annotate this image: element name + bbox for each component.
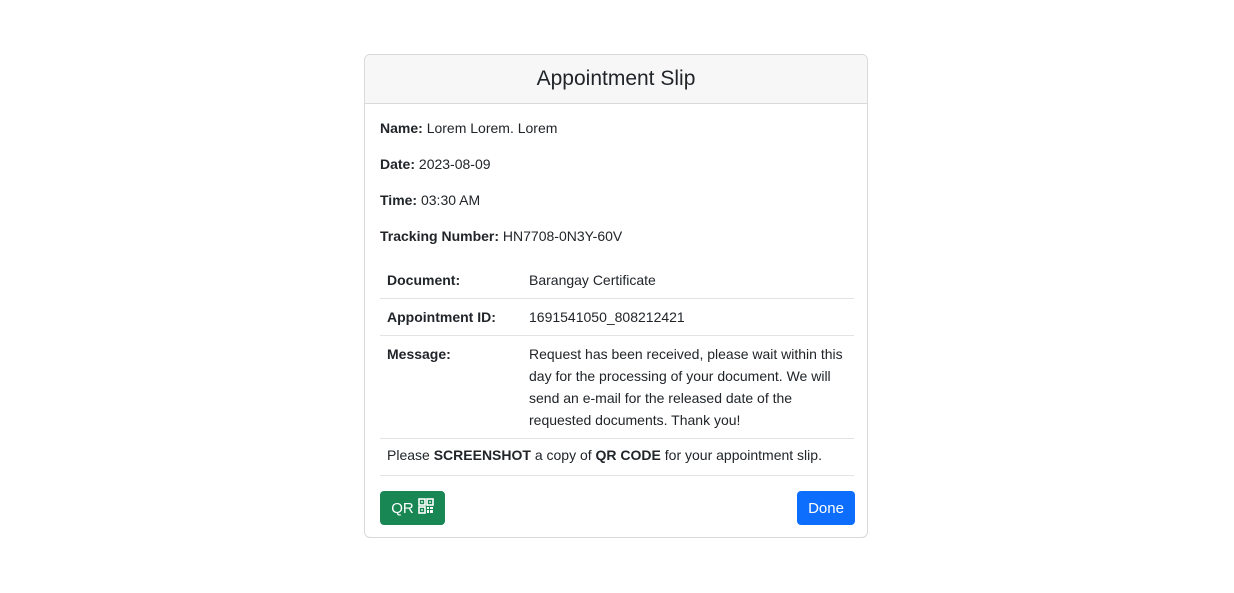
detail-value: 1691541050_808212421 — [529, 309, 685, 325]
note-bold-screenshot: SCREENSHOT — [433, 447, 531, 463]
qr-code-icon — [417, 498, 434, 518]
tracking-value: HN7708-0N3Y-60V — [502, 228, 623, 244]
date-label: Date: — [380, 156, 416, 172]
detail-row-appointment-id: Appointment ID: 1691541050_808212421 — [380, 298, 854, 336]
date-line: Date: 2023-08-09 — [380, 155, 491, 173]
name-line: Name: Lorem Lorem. Lorem — [380, 119, 557, 137]
appointment-slip-card: Appointment Slip Name: Lorem Lorem. Lore… — [364, 54, 868, 538]
time-value: 03:30 AM — [420, 192, 481, 208]
name-label: Name: — [380, 120, 423, 136]
name-value: Lorem Lorem. Lorem — [426, 120, 558, 136]
date-value: 2023-08-09 — [418, 156, 491, 172]
qr-button[interactable]: QR — [380, 491, 445, 525]
detail-label: Document: — [387, 272, 461, 288]
qr-button-label: QR — [391, 499, 414, 517]
detail-value: Request has been received, please wait w… — [529, 346, 843, 428]
tracking-label: Tracking Number: — [380, 228, 500, 244]
card-title: Appointment Slip — [365, 55, 867, 104]
time-line: Time: 03:30 AM — [380, 191, 480, 209]
note-text: a copy of — [530, 447, 596, 463]
note-text: Please — [387, 447, 434, 463]
detail-row-message: Message: Request has been received, plea… — [380, 335, 854, 439]
done-button[interactable]: Done — [797, 491, 855, 525]
detail-value: Barangay Certificate — [529, 272, 656, 288]
note-bold-qr-code: QR CODE — [595, 447, 661, 463]
detail-row-document: Document: Barangay Certificate — [380, 261, 854, 299]
note-text: for your appointment slip. — [660, 447, 822, 463]
screenshot-note: Please SCREENSHOT a copy of QR CODE for … — [380, 438, 854, 476]
detail-label: Appointment ID: — [387, 309, 496, 325]
time-label: Time: — [380, 192, 418, 208]
detail-label: Message: — [387, 346, 451, 362]
tracking-line: Tracking Number: HN7708-0N3Y-60V — [380, 227, 622, 245]
